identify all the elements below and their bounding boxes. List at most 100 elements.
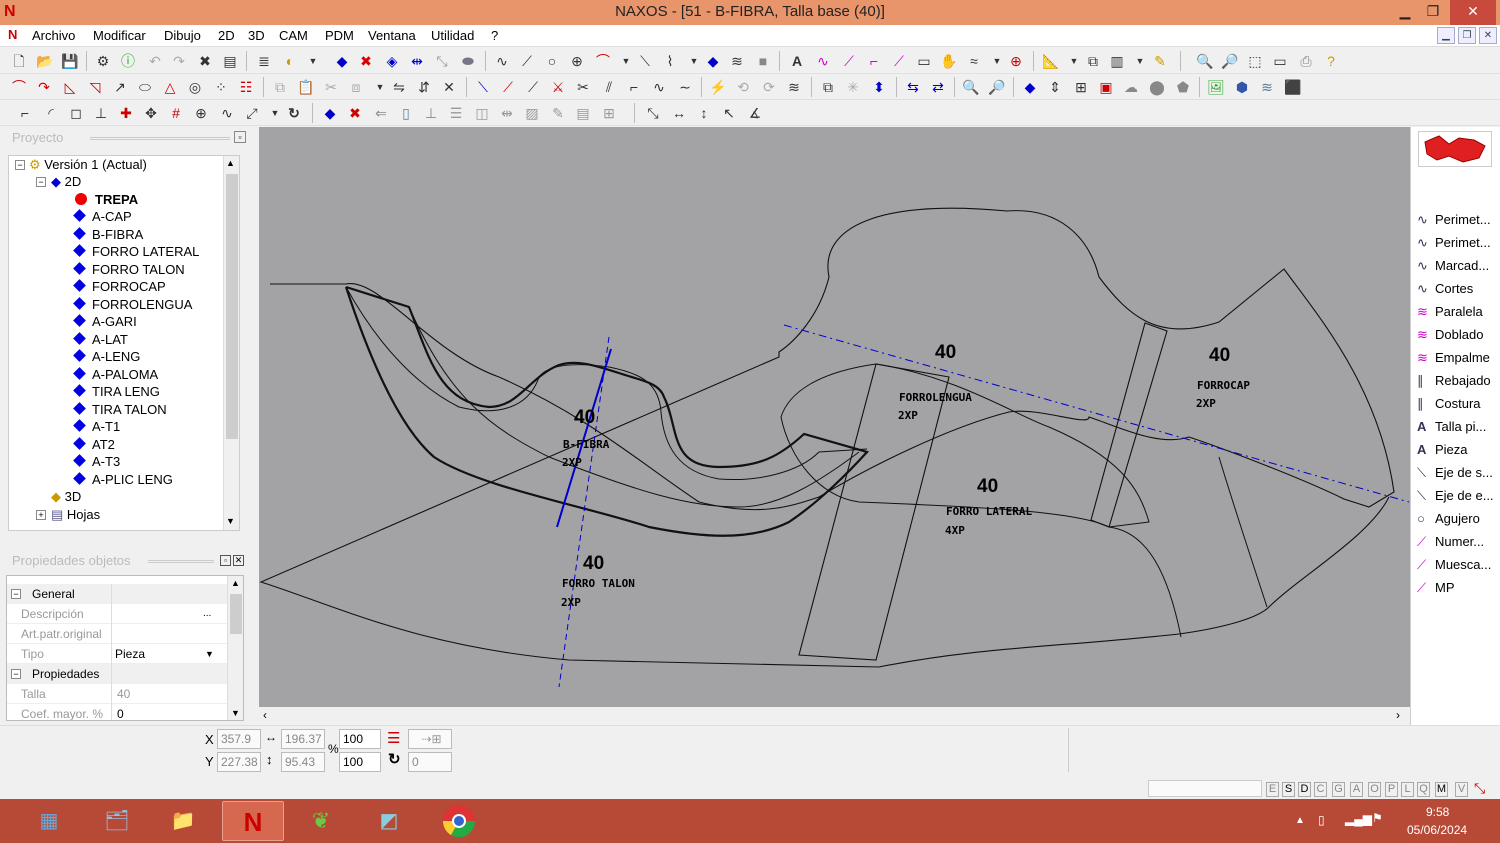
center-icon[interactable]: ⊕ xyxy=(192,104,210,122)
menu-utilidad[interactable]: Utilidad xyxy=(431,28,474,43)
tree-item[interactable]: FORROLENGUA xyxy=(73,296,192,313)
arc-tool-2-icon[interactable]: ↷ xyxy=(35,78,53,96)
columns-icon[interactable]: ◫ xyxy=(473,104,491,122)
print-icon[interactable]: ⎙ xyxy=(1297,52,1315,70)
canvas-hscrollbar[interactable]: ‹ › xyxy=(259,707,1410,725)
diagonal-icon[interactable]: ⟋ xyxy=(524,78,542,96)
dropdown-arrow-icon-4[interactable]: ▼ xyxy=(988,52,1006,70)
ruler-icon[interactable]: ▭ xyxy=(1271,52,1289,70)
tree-node-2d[interactable]: ◆ 2D xyxy=(51,173,81,190)
table-icon[interactable]: ⊞ xyxy=(1072,78,1090,96)
tree-item[interactable]: FORRO TALON xyxy=(73,261,185,278)
dropdown-arrow-icon-5[interactable]: ▼ xyxy=(1065,52,1083,70)
explorer-settings-app-icon[interactable]: 🗂 xyxy=(86,801,148,841)
tree-item[interactable]: B-FIBRA xyxy=(73,226,143,243)
props-pin-button[interactable]: ▫ xyxy=(220,555,231,566)
import-icon[interactable]: ⇄ xyxy=(929,78,947,96)
cross-red-icon[interactable]: ✚ xyxy=(117,104,135,122)
tool-agujero[interactable]: ○ Agujero xyxy=(1417,508,1480,530)
v-dimension-icon[interactable]: ↕ xyxy=(695,104,713,122)
arc-tool-5-icon[interactable]: ↗ xyxy=(111,78,129,96)
close-button[interactable]: ✕ xyxy=(1450,0,1496,25)
line-icon[interactable]: ⟍ xyxy=(636,52,654,70)
handwave-icon[interactable]: ∿ xyxy=(218,104,236,122)
nw-arrow-icon[interactable]: ↖ xyxy=(720,104,738,122)
flip-v-icon[interactable]: ⇵ xyxy=(415,78,433,96)
status-toggle-e[interactable]: E xyxy=(1266,782,1279,797)
axis-red-icon[interactable]: ⟋ xyxy=(499,78,517,96)
status-toggle-v[interactable]: V xyxy=(1455,782,1468,797)
menu-cam[interactable]: CAM xyxy=(279,28,308,43)
tree-item[interactable]: TIRA TALON xyxy=(73,401,167,418)
calculator-app-icon[interactable]: ▦ xyxy=(18,801,80,841)
status-toggle-d[interactable]: D xyxy=(1298,782,1311,797)
props-scrollbar[interactable]: ▲ ▼ xyxy=(227,576,243,720)
tree-item[interactable]: A-T3 xyxy=(73,453,120,470)
mdi-close-button[interactable]: ✕ xyxy=(1479,27,1497,44)
layers-stack-icon[interactable]: ≋ xyxy=(1258,78,1276,96)
status-toggle-g[interactable]: G xyxy=(1332,782,1345,797)
node-icon[interactable]: ◆ xyxy=(704,52,722,70)
tool-perimetro-1[interactable]: ∿ Perimet... xyxy=(1417,209,1491,231)
notch-icon[interactable]: ⌐ xyxy=(865,52,883,70)
menu-2d[interactable]: 2D xyxy=(218,28,235,43)
dropdown-arrow-icon[interactable]: ▼ xyxy=(304,52,322,70)
rotate-ccw-icon[interactable]: ⟲ xyxy=(734,78,752,96)
redo-icon[interactable]: ↷ xyxy=(170,52,188,70)
x-coordinate-field[interactable]: 357.9 xyxy=(217,729,261,749)
piece-delete-icon[interactable]: ✖ xyxy=(346,104,364,122)
break-icon[interactable]: ⚡ xyxy=(709,78,727,96)
status-toggle-o[interactable]: O xyxy=(1368,782,1381,797)
descripcion-field[interactable] xyxy=(111,604,199,622)
burst-icon[interactable]: ✳ xyxy=(844,78,862,96)
move-icon[interactable]: ✥ xyxy=(142,104,160,122)
duplicate-icon[interactable]: ⧈ xyxy=(347,78,365,96)
tool-numerar[interactable]: ⟋ Numer... xyxy=(1417,531,1484,553)
coef-field[interactable]: 0 xyxy=(117,704,124,720)
list-icon[interactable]: ☰ xyxy=(447,104,465,122)
status-toggle-p[interactable]: P xyxy=(1385,782,1398,797)
tool-cortes[interactable]: ∿ Cortes xyxy=(1417,278,1473,300)
width-field[interactable]: 196.37 xyxy=(281,729,325,749)
new-file-icon[interactable]: 🗋 xyxy=(10,52,28,70)
zigzag-icon[interactable]: ≋ xyxy=(728,52,746,70)
arc-icon[interactable]: ⌒ xyxy=(594,52,612,70)
search-alt-icon[interactable]: 🔎 xyxy=(988,78,1006,96)
rotate-piece-icon[interactable]: ◈ xyxy=(383,52,401,70)
layers-icon[interactable]: ≣ xyxy=(255,52,273,70)
tool-perimetro-2[interactable]: ∿ Perimet... xyxy=(1417,232,1491,254)
merge-icon[interactable]: ⊞ xyxy=(600,104,618,122)
panel-pin-button[interactable]: ▫ xyxy=(234,131,246,143)
arc-tool-3-icon[interactable]: ◺ xyxy=(61,78,79,96)
undo-icon[interactable]: ↶ xyxy=(146,52,164,70)
props-scroll-thumb[interactable] xyxy=(230,594,242,634)
tree-item[interactable]: A-GARI xyxy=(73,313,137,330)
corner-icon[interactable]: ⌐ xyxy=(16,104,34,122)
status-toggle-c[interactable]: C xyxy=(1314,782,1327,797)
box-icon[interactable]: ▤ xyxy=(574,104,592,122)
tool-eje-simetria[interactable]: ⟍ Eje de s... xyxy=(1417,462,1493,484)
status-toggle-s[interactable]: S xyxy=(1282,782,1295,797)
group-props-expander[interactable]: − xyxy=(11,669,21,679)
props-close-button[interactable]: ✕ xyxy=(233,555,244,566)
dropdown-arrow-icon-7[interactable]: ▼ xyxy=(371,78,389,96)
nest-icon[interactable]: ◆ xyxy=(1021,78,1039,96)
delete-icon[interactable]: ✖ xyxy=(196,52,214,70)
perimeter-icon[interactable]: ⟋ xyxy=(890,52,908,70)
zoom-in-icon[interactable]: 🔍 xyxy=(1196,52,1214,70)
edit-icon[interactable]: ✎ xyxy=(549,104,567,122)
stairs-icon[interactable]: ⌐ xyxy=(625,78,643,96)
group-props-row[interactable]: − Propiedades xyxy=(7,664,227,684)
group-general-expander[interactable]: − xyxy=(11,589,21,599)
menu-ventana[interactable]: Ventana xyxy=(368,28,416,43)
arc-tool-4-icon[interactable]: ◹ xyxy=(86,78,104,96)
cross-icon[interactable]: ✕ xyxy=(440,78,458,96)
h-dimension-icon[interactable]: ↔ xyxy=(670,104,688,122)
picture-icon[interactable]: 🖼 xyxy=(1207,78,1225,96)
tag-icon[interactable]: ⬛ xyxy=(1284,78,1302,96)
copy-icon[interactable]: ⧉ xyxy=(271,78,289,96)
menu-3d[interactable]: 3D xyxy=(248,28,265,43)
rotate-icon[interactable]: ↻ xyxy=(388,750,401,768)
triangle-icon[interactable]: △ xyxy=(161,78,179,96)
tool-doblado[interactable]: ≋ Doblado xyxy=(1417,324,1483,346)
